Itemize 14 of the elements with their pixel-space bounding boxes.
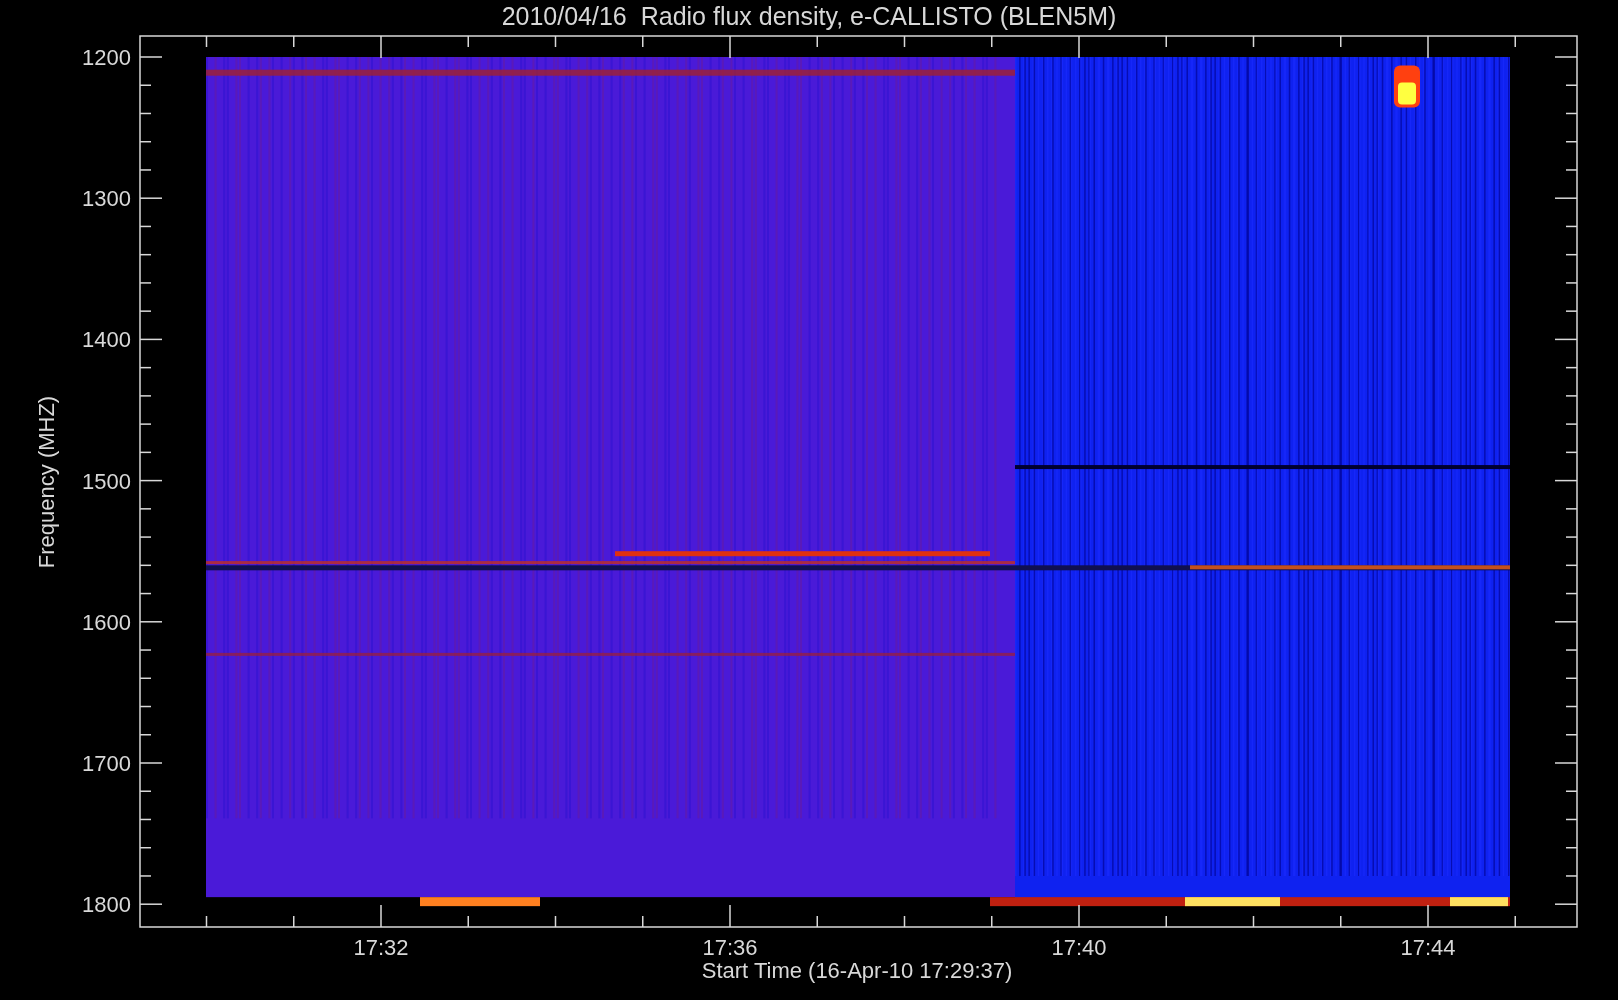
y-tick-label: 1600 [82, 609, 131, 635]
x-tick-label: 17:36 [702, 935, 758, 960]
y-tick-label: 1500 [82, 468, 131, 494]
y-tick-label: 1400 [82, 327, 131, 353]
y-tick-label: 1200 [82, 45, 131, 70]
x-tick-label: 17:44 [1400, 935, 1456, 960]
y-tick-label: 1300 [82, 186, 131, 212]
x-tick-label: 17:40 [1051, 935, 1107, 960]
y-axis-label: Frequency (MHZ) [34, 395, 59, 569]
chart-title: 2010/04/16 Radio flux density, e-CALLISTO (BLEN5M) [501, 2, 1117, 30]
y-tick-label: 1800 [82, 892, 131, 918]
x-tick-label: 17:32 [353, 935, 409, 960]
x-axis-label: Start Time (16-Apr-10 17:29:37) [701, 958, 1013, 983]
y-tick-label: 1700 [82, 751, 131, 776]
